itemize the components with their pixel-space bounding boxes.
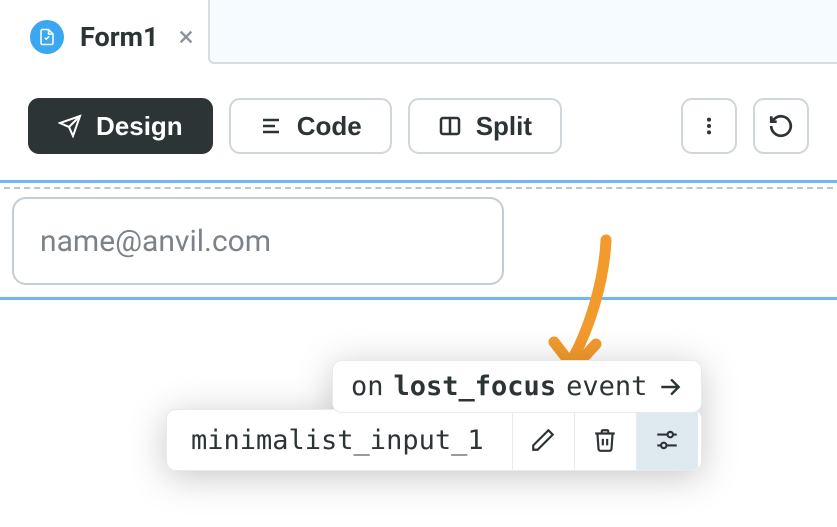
- email-input[interactable]: name@anvil.com: [12, 197, 504, 285]
- event-suffix: event: [566, 371, 647, 402]
- event-name: lost_focus: [394, 371, 557, 402]
- component-name-label: minimalist_input_1: [167, 410, 512, 470]
- component-container[interactable]: name@anvil.com: [4, 187, 833, 293]
- component-popover: on lost_focus event minimalist_input_1: [166, 360, 702, 471]
- design-button[interactable]: Design: [28, 98, 213, 154]
- delete-button[interactable]: [574, 410, 636, 470]
- trash-icon: [592, 427, 618, 453]
- split-button[interactable]: Split: [408, 98, 562, 154]
- settings-button[interactable]: [636, 410, 698, 470]
- split-label: Split: [476, 111, 532, 142]
- arrow-right-icon: [657, 374, 683, 400]
- input-placeholder: name@anvil.com: [40, 224, 271, 259]
- undo-button[interactable]: [753, 98, 809, 154]
- more-button[interactable]: [681, 98, 737, 154]
- list-icon: [259, 114, 283, 138]
- component-actions: minimalist_input_1: [166, 409, 702, 471]
- split-icon: [438, 114, 462, 138]
- view-toolbar: Design Code Split: [0, 64, 837, 180]
- sliders-icon: [654, 427, 680, 453]
- code-button[interactable]: Code: [229, 98, 392, 154]
- pencil-icon: [530, 427, 556, 453]
- rename-button[interactable]: [512, 410, 574, 470]
- close-icon[interactable]: ×: [175, 23, 198, 51]
- paper-plane-icon: [58, 114, 82, 138]
- event-suggestion[interactable]: on lost_focus event: [332, 360, 702, 413]
- undo-icon: [768, 113, 794, 139]
- more-vertical-icon: [698, 115, 720, 137]
- canvas-area: name@anvil.com: [0, 180, 837, 300]
- code-label: Code: [297, 111, 362, 142]
- event-prefix: on: [351, 371, 384, 402]
- tab-form1[interactable]: Form1 ×: [18, 13, 210, 61]
- tab-label: Form1: [80, 21, 159, 53]
- form-icon: [30, 20, 64, 54]
- design-label: Design: [96, 111, 183, 142]
